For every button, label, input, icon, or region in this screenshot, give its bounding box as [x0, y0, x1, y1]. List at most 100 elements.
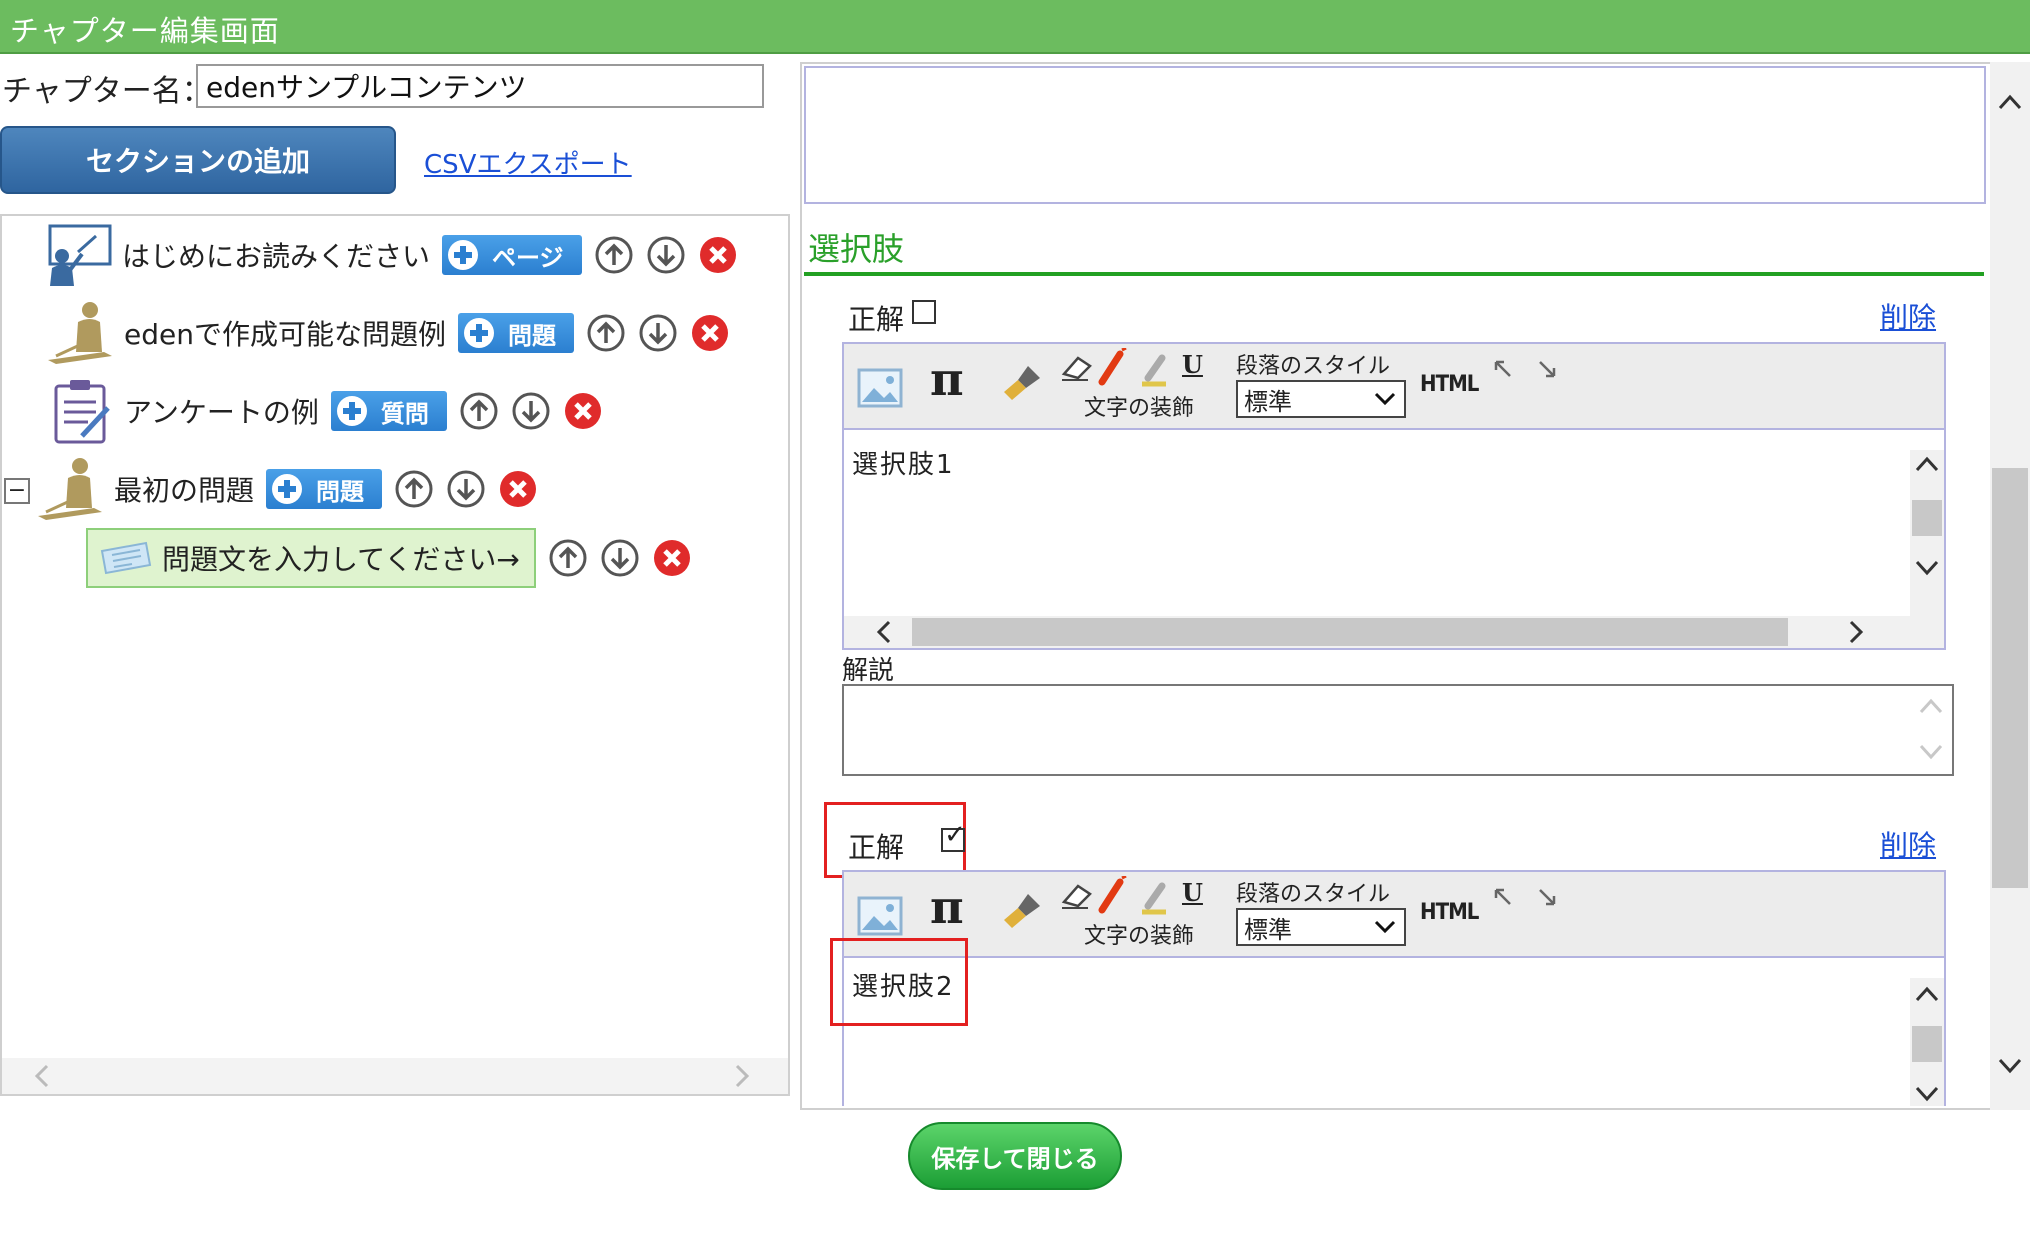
editor-toolbar: π U 文字の装飾 段落のスタイル 標準 HTML	[842, 342, 1946, 430]
move-down-icon[interactable]	[446, 469, 486, 509]
delete-choice-link[interactable]: 削除	[1880, 296, 1936, 336]
plus-icon	[272, 474, 303, 504]
scrollbar-thumb[interactable]	[1912, 500, 1942, 536]
highlight-icon[interactable]	[1138, 878, 1170, 916]
collapse-toggle[interactable]: −	[4, 478, 30, 504]
tree-node-row[interactable]: edenで作成可能な問題例 問題	[46, 300, 730, 366]
selected-node-highlight[interactable]: 問題文を入力してください→	[86, 528, 536, 588]
tree-node-label[interactable]: edenで作成可能な問題例	[124, 313, 446, 353]
chapter-name-input[interactable]	[196, 64, 764, 108]
choice-editor[interactable]: 選択肢2	[842, 956, 1946, 1106]
plus-icon	[448, 240, 479, 270]
scrollbar-thumb[interactable]	[1992, 468, 2028, 888]
choices-heading: 選択肢	[808, 230, 905, 268]
correct-checkbox[interactable]	[912, 300, 936, 324]
tree-node-label[interactable]: アンケートの例	[124, 391, 319, 431]
paragraph-style-select[interactable]: 標準	[1236, 908, 1406, 946]
insert-math-icon[interactable]: π	[930, 352, 964, 406]
clear-format-brush-icon[interactable]	[1000, 890, 1044, 930]
editor-toolbar: π U 文字の装飾 段落のスタイル 標準 HTML	[842, 870, 1946, 958]
scrollbar-thumb[interactable]	[912, 618, 1788, 646]
underline-icon[interactable]: U	[1182, 878, 1203, 907]
tree-node-row[interactable]: はじめにお読みください ページ	[44, 222, 738, 288]
plus-icon	[463, 318, 494, 348]
move-up-icon[interactable]	[394, 469, 434, 509]
choice-text-highlight-box	[830, 938, 968, 1026]
csv-export-link[interactable]: CSVエクスポート	[424, 144, 632, 181]
clear-format-brush-icon[interactable]	[1000, 362, 1044, 402]
add-question-button[interactable]: 問題	[266, 469, 383, 509]
scroll-right-icon[interactable]	[1846, 620, 1866, 644]
delete-icon[interactable]	[690, 313, 730, 353]
html-source-button[interactable]: HTML	[1420, 372, 1479, 397]
add-page-button[interactable]: ページ	[442, 235, 582, 275]
scroll-left-icon[interactable]	[32, 1064, 52, 1088]
tree-node-label[interactable]: 問題文を入力してください→	[162, 538, 520, 578]
scroll-down-icon[interactable]	[1914, 558, 1940, 578]
shrink-icon[interactable]	[1536, 358, 1558, 380]
scroll-down-icon[interactable]	[1918, 742, 1944, 762]
expand-icon[interactable]	[1492, 358, 1514, 380]
choice-vertical-scrollbar[interactable]	[1910, 450, 1944, 620]
insert-math-icon[interactable]: π	[930, 880, 964, 934]
scroll-up-icon[interactable]	[1918, 696, 1944, 716]
add-survey-question-button[interactable]: 質問	[330, 391, 447, 431]
chevron-down-icon	[1374, 392, 1396, 406]
scroll-left-icon[interactable]	[874, 620, 894, 644]
choice-editor[interactable]: 選択肢1	[842, 428, 1946, 650]
delete-choice-link[interactable]: 削除	[1880, 824, 1936, 864]
scrollbar-thumb[interactable]	[1912, 1026, 1942, 1062]
move-down-icon[interactable]	[646, 235, 686, 275]
move-down-icon[interactable]	[511, 391, 551, 431]
shrink-icon[interactable]	[1536, 886, 1558, 908]
correct-checkbox-checked[interactable]: ✓	[941, 822, 966, 852]
tree-node-row[interactable]: 最初の問題 問題	[36, 456, 538, 522]
scroll-down-icon[interactable]	[1914, 1084, 1940, 1104]
paragraph-style-select[interactable]: 標準	[1236, 380, 1406, 418]
delete-icon[interactable]	[698, 235, 738, 275]
scroll-up-icon[interactable]	[1914, 984, 1940, 1004]
add-question-button[interactable]: 問題	[457, 313, 574, 353]
move-up-icon[interactable]	[459, 391, 499, 431]
text-decoration-label: 文字の装飾	[1084, 396, 1195, 421]
delete-icon[interactable]	[498, 469, 538, 509]
tree-node-label[interactable]: はじめにお読みください	[122, 235, 430, 275]
move-down-icon[interactable]	[600, 538, 640, 578]
scroll-up-icon[interactable]	[1998, 92, 2022, 112]
paragraph-style-label: 段落のスタイル	[1236, 354, 1391, 379]
expand-icon[interactable]	[1492, 886, 1514, 908]
underline-icon[interactable]: U	[1182, 350, 1203, 379]
move-up-icon[interactable]	[548, 538, 588, 578]
choice-horizontal-scrollbar[interactable]	[844, 616, 1944, 648]
explanation-label: 解説	[842, 656, 895, 686]
insert-image-icon[interactable]	[856, 892, 904, 940]
chevron-down-icon	[1374, 920, 1396, 934]
add-section-button[interactable]: セクションの追加	[0, 126, 396, 194]
eraser-icon[interactable]	[1058, 352, 1094, 382]
delete-icon[interactable]	[563, 391, 603, 431]
explanation-textarea[interactable]	[842, 684, 1954, 776]
correct-label: 正解	[848, 831, 905, 864]
tree-node-row[interactable]: アンケートの例 質問	[46, 378, 603, 444]
move-up-icon[interactable]	[594, 235, 634, 275]
scroll-right-icon[interactable]	[732, 1064, 752, 1088]
tree-node-row-selected[interactable]: 問題文を入力してください→	[86, 528, 692, 588]
save-and-close-button[interactable]: 保存して閉じる	[908, 1122, 1122, 1190]
plus-icon	[336, 396, 367, 426]
highlight-icon[interactable]	[1138, 350, 1170, 388]
scroll-down-icon[interactable]	[1998, 1056, 2022, 1076]
insert-image-icon[interactable]	[856, 364, 904, 412]
tree-node-label[interactable]: 最初の問題	[114, 469, 254, 509]
choice-vertical-scrollbar[interactable]	[1910, 978, 1944, 1106]
move-up-icon[interactable]	[586, 313, 626, 353]
delete-icon[interactable]	[652, 538, 692, 578]
text-color-icon[interactable]	[1096, 876, 1128, 916]
tree-horizontal-scrollbar[interactable]	[2, 1058, 788, 1094]
eraser-icon[interactable]	[1058, 880, 1094, 910]
question-text-area[interactable]	[804, 66, 1986, 204]
scroll-up-icon[interactable]	[1914, 454, 1940, 474]
html-source-button[interactable]: HTML	[1420, 900, 1479, 925]
choice-text[interactable]: 選択肢1	[852, 444, 955, 481]
move-down-icon[interactable]	[638, 313, 678, 353]
text-color-icon[interactable]	[1096, 348, 1128, 388]
